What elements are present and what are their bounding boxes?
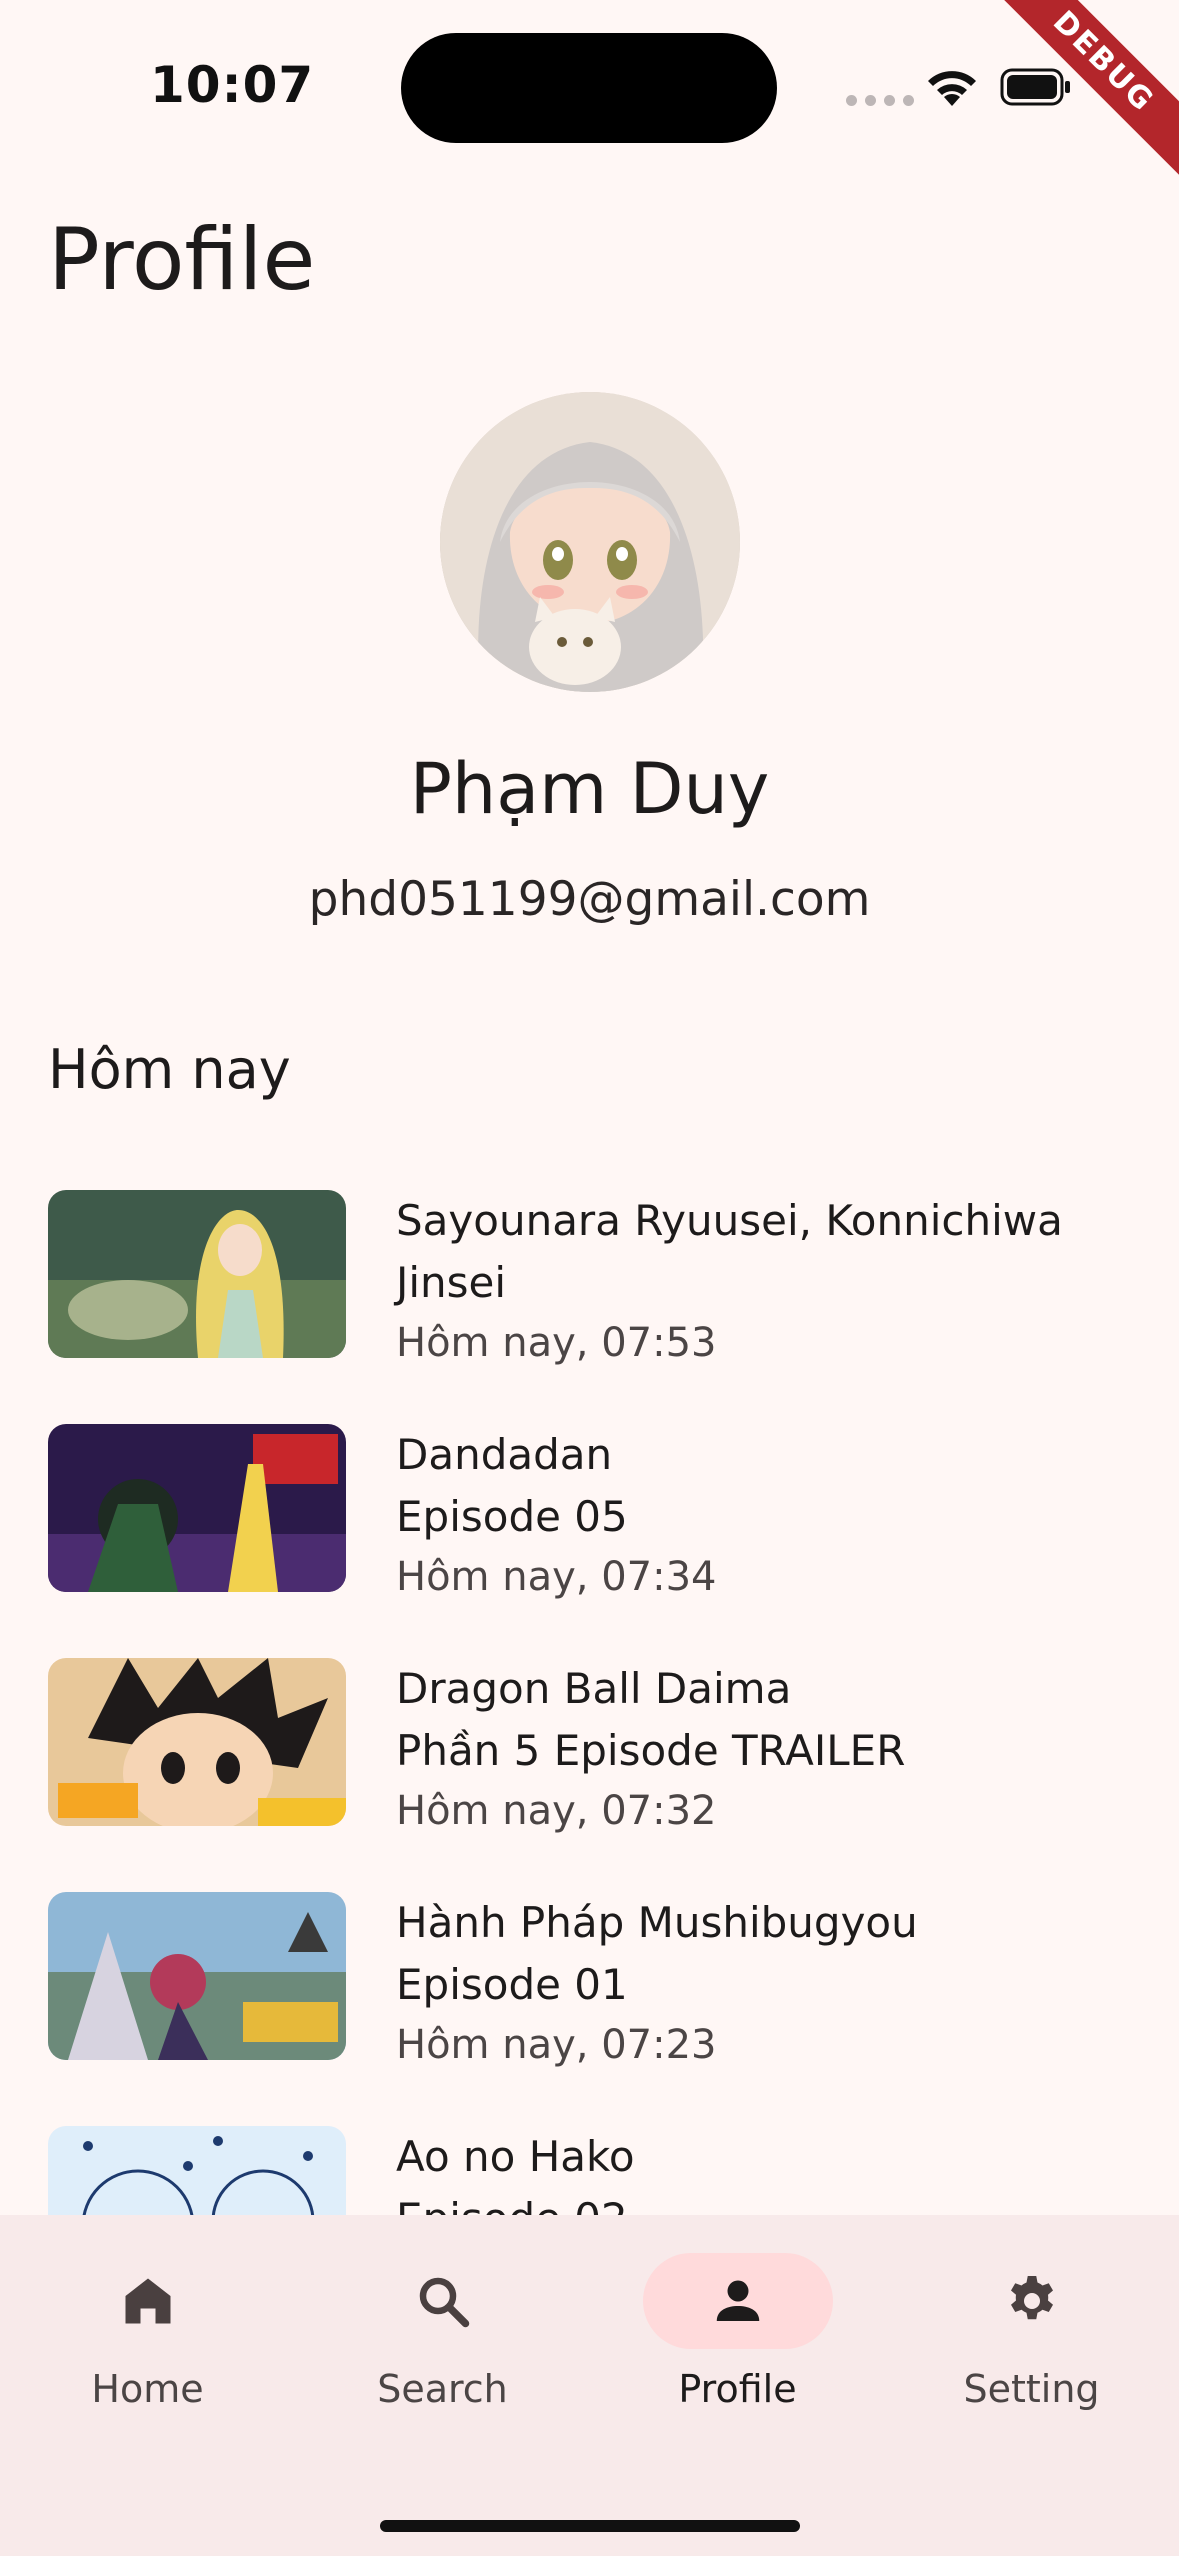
search-icon bbox=[419, 2277, 469, 2328]
history-section-title: Hôm nay bbox=[48, 1038, 291, 1101]
nav-label-profile: Profile bbox=[678, 2367, 797, 2411]
gear-icon bbox=[1010, 2276, 1053, 2320]
watched-time: Hôm nay, 07:53 bbox=[396, 1320, 717, 1366]
user-email: phd051199@gmail.com bbox=[308, 872, 871, 927]
bottom-navigation-bar: Home Search Profile Setting bbox=[0, 2215, 1179, 2556]
nav-label-home: Home bbox=[91, 2367, 204, 2411]
episode-title: Dandadan Episode 05 bbox=[396, 1430, 628, 1541]
episode-thumbnail bbox=[48, 1190, 346, 1358]
nav-item-search[interactable]: Search bbox=[295, 2253, 590, 2411]
avatar[interactable] bbox=[440, 392, 740, 692]
avatar-illustration bbox=[440, 392, 740, 692]
home-icon bbox=[125, 2278, 170, 2324]
watched-time: Hôm nay, 07:34 bbox=[396, 1554, 717, 1600]
status-time: 10:07 bbox=[150, 56, 315, 114]
history-item[interactable]: Hành Pháp Mushibugyou Episode 01 Hôm nay… bbox=[48, 1892, 1148, 2126]
nav-label-search: Search bbox=[377, 2367, 508, 2411]
episode-thumbnail bbox=[48, 1892, 346, 2060]
nav-item-profile[interactable]: Profile bbox=[590, 2253, 885, 2411]
person-icon bbox=[716, 2280, 759, 2321]
history-item[interactable]: Dandadan Episode 05 Hôm nay, 07:34 bbox=[48, 1424, 1148, 1658]
page-title: Profile bbox=[48, 210, 316, 310]
dynamic-island bbox=[401, 33, 777, 143]
home-indicator[interactable] bbox=[380, 2520, 800, 2532]
profile-screen: 10:07 DEBUG Profile Phạm Duy phd051199@g… bbox=[0, 0, 1179, 2556]
history-item[interactable]: Dragon Ball Daima Phần 5 Episode TRAILER… bbox=[48, 1658, 1148, 1892]
wifi-icon bbox=[928, 71, 976, 106]
user-name: Phạm Duy bbox=[409, 748, 770, 830]
watched-time: Hôm nay, 07:32 bbox=[396, 1788, 717, 1834]
nav-item-home[interactable]: Home bbox=[0, 2253, 295, 2411]
episode-thumbnail bbox=[48, 1658, 346, 1826]
battery-icon bbox=[1000, 68, 1070, 106]
episode-title: Dragon Ball Daima Phần 5 Episode TRAILER bbox=[396, 1664, 906, 1775]
episode-title: Sayounara Ryuusei, Konnichiwa Jinsei bbox=[396, 1196, 1063, 1307]
watched-time: Hôm nay, 07:23 bbox=[396, 2022, 717, 2068]
watch-history-list: Sayounara Ryuusei, Konnichiwa Jinsei Hôm… bbox=[48, 1190, 1148, 2360]
episode-title: Hành Pháp Mushibugyou Episode 01 bbox=[396, 1898, 918, 2009]
episode-thumbnail bbox=[48, 1424, 346, 1592]
history-item[interactable]: Sayounara Ryuusei, Konnichiwa Jinsei Hôm… bbox=[48, 1190, 1148, 1424]
nav-label-setting: Setting bbox=[963, 2367, 1100, 2411]
nav-item-setting[interactable]: Setting bbox=[884, 2253, 1179, 2411]
cellular-signal-icon bbox=[846, 95, 914, 106]
